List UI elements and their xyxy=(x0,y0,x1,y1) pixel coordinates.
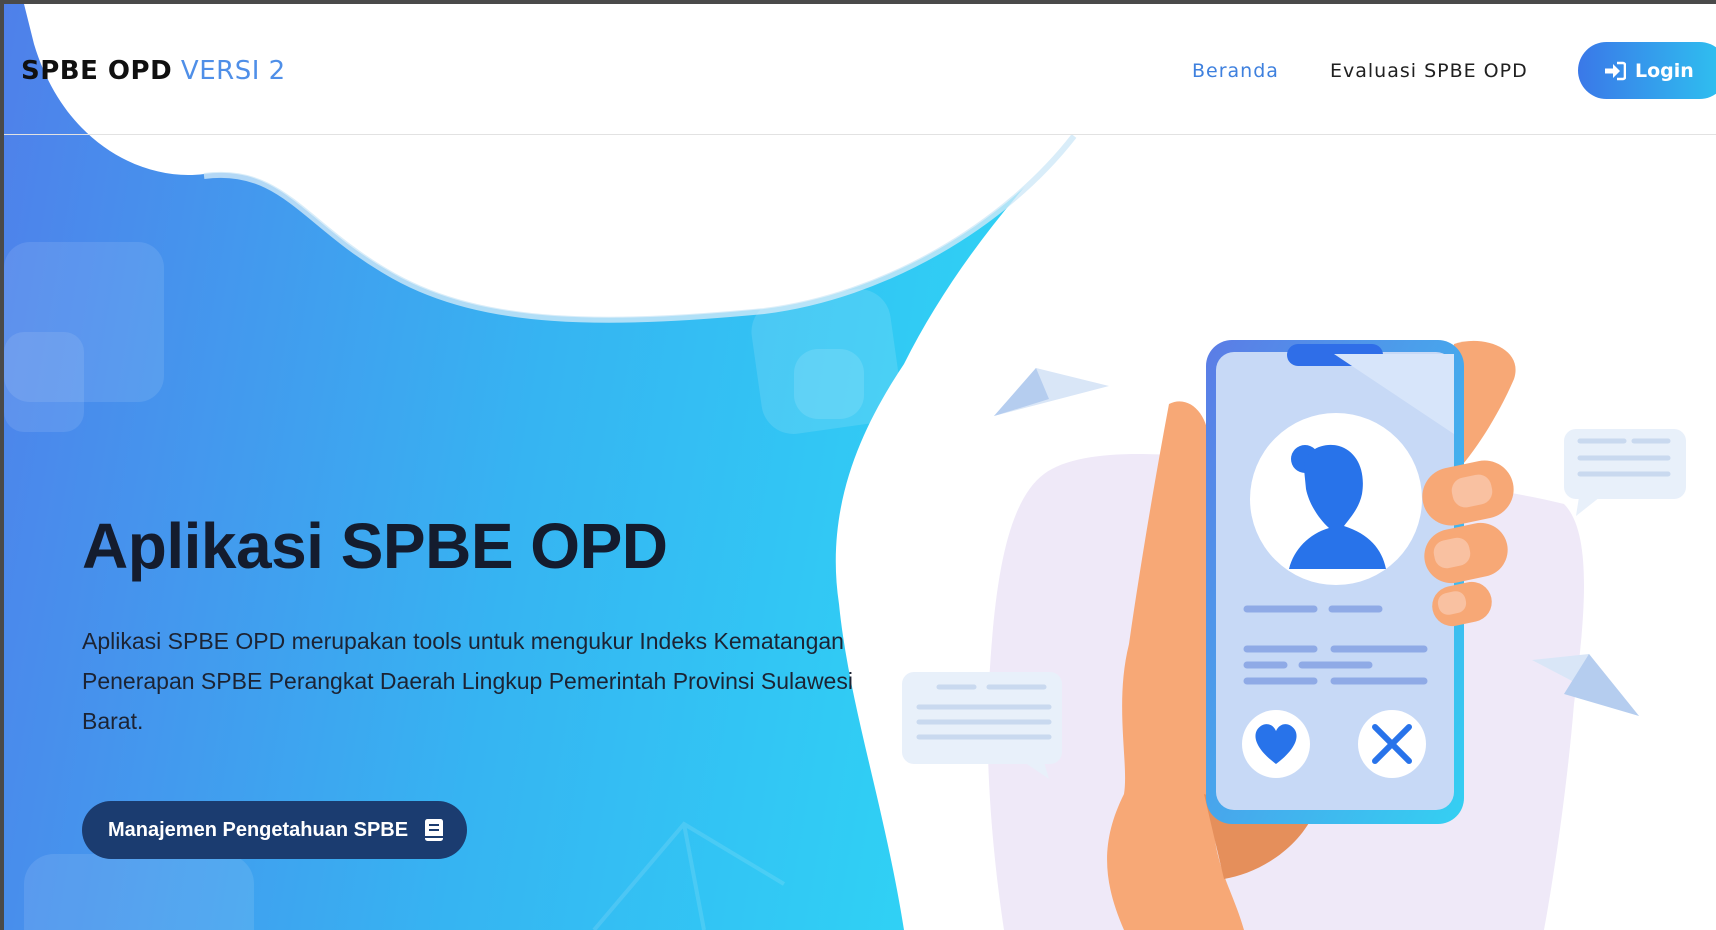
hero-background xyxy=(4,4,1686,930)
decor-bubble-left-small xyxy=(4,332,84,432)
cta-label: Manajemen Pengetahuan SPBE xyxy=(108,818,409,841)
hero-title: Aplikasi SPBE OPD xyxy=(82,510,668,582)
sign-in-icon xyxy=(1605,61,1626,80)
page: SPBE OPD VERSI 2 Beranda Evaluasi SPBE O… xyxy=(4,4,1716,930)
decor-bubble-top-inner xyxy=(794,349,864,419)
login-label: Login xyxy=(1635,59,1694,82)
brand-name: SPBE OPD xyxy=(21,56,173,86)
login-button[interactable]: Login xyxy=(1578,42,1716,99)
chat-bubble-right-tail xyxy=(1576,497,1600,516)
manajemen-pengetahuan-button[interactable]: Manajemen Pengetahuan SPBE xyxy=(82,801,467,859)
brand-logo[interactable]: SPBE OPD VERSI 2 xyxy=(21,56,286,86)
brand-version: VERSI 2 xyxy=(180,56,286,86)
nav-item-beranda[interactable]: Beranda xyxy=(1192,60,1279,82)
nav-item-evaluasi-spbe-opd[interactable]: Evaluasi SPBE OPD xyxy=(1330,60,1528,82)
navbar: SPBE OPD VERSI 2 Beranda Evaluasi SPBE O… xyxy=(4,4,1716,135)
decor-bubble-bottom xyxy=(24,854,254,930)
hero-description: Aplikasi SPBE OPD merupakan tools untuk … xyxy=(82,628,853,734)
book-icon xyxy=(424,818,444,842)
